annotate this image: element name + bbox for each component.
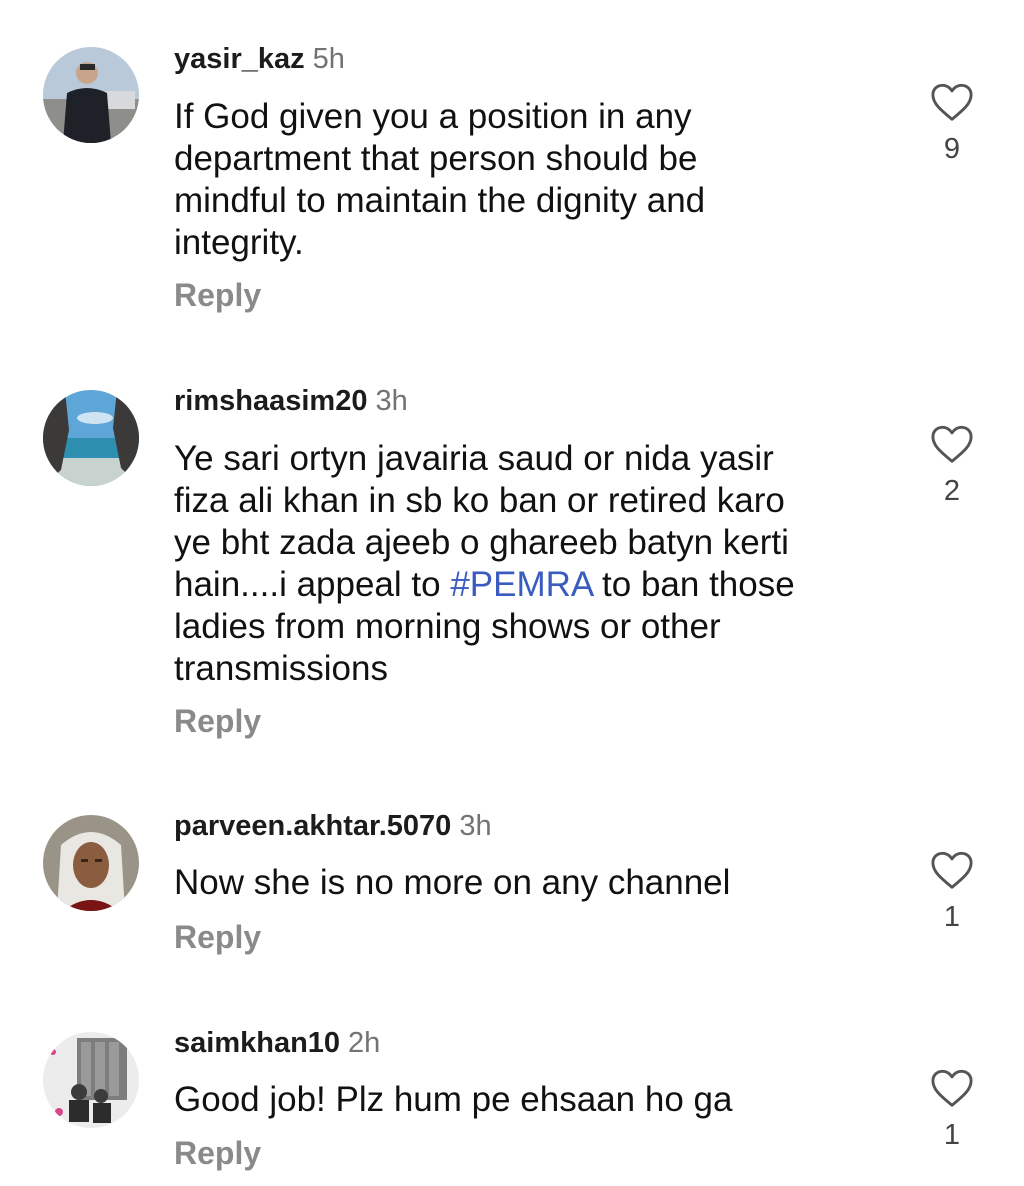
comment-text-segment: hain....i appeal to [174, 565, 451, 604]
reply-button[interactable]: Reply [174, 702, 261, 740]
comment-header: rimshaasim20 3h [174, 384, 408, 418]
comment-line: fiza ali khan in sb ko ban or retired ka… [174, 481, 785, 520]
heart-outline-icon[interactable] [930, 1068, 974, 1108]
reply-button[interactable]: Reply [174, 918, 261, 956]
like-area: 9 [920, 82, 984, 166]
reply-button[interactable]: Reply [174, 276, 261, 314]
heart-outline-icon[interactable] [930, 424, 974, 464]
timestamp: 5h [312, 43, 345, 75]
like-count: 9 [943, 133, 961, 165]
comment-line: ye bht zada ajeeb o ghareeb batyn kerti [174, 523, 789, 562]
reply-button[interactable]: Reply [174, 1134, 261, 1172]
like-area: 1 [920, 1068, 984, 1152]
avatar[interactable] [43, 815, 139, 911]
avatar[interactable] [43, 47, 139, 143]
comment-line: If God given you a position in any [174, 97, 692, 136]
like-area: 1 [920, 850, 984, 934]
comment-line: department that person should be [174, 139, 698, 178]
comment-line: Good job! Plz hum pe ehsaan ho ga [174, 1080, 733, 1119]
comment-line: integrity. [174, 223, 304, 262]
timestamp: 3h [375, 385, 408, 417]
comment-text: Good job! Plz hum pe ehsaan ho ga [174, 1079, 874, 1121]
comment-line: hain....i appeal to #PEMRA to ban those [174, 564, 874, 606]
comment-text: Ye sari ortyn javairia saud or nida yasi… [174, 438, 874, 690]
hashtag-link[interactable]: #PEMRA [450, 565, 592, 604]
like-count: 1 [943, 1119, 961, 1151]
comment-line: Ye sari ortyn javairia saud or nida yasi… [174, 439, 774, 478]
comment-line: mindful to maintain the dignity and [174, 181, 706, 220]
comment-item: yasir_kaz 5h If God given you a position … [0, 0, 1024, 330]
comment-text: If God given you a position in any depar… [174, 96, 874, 264]
comment-header: yasir_kaz 5h [174, 42, 345, 76]
heart-outline-icon[interactable] [930, 850, 974, 890]
comment-line: Now she is no more on any channel [174, 863, 731, 902]
username[interactable]: parveen.akhtar.5070 [174, 810, 451, 842]
comment-line: transmissions [174, 649, 388, 688]
like-area: 2 [920, 424, 984, 508]
comment-line: ladies from morning shows or other [174, 607, 721, 646]
timestamp: 2h [348, 1027, 381, 1059]
avatar[interactable] [43, 390, 139, 486]
username[interactable]: saimkhan10 [174, 1027, 340, 1059]
comment-header: saimkhan10 2h [174, 1026, 380, 1060]
username[interactable]: yasir_kaz [174, 43, 305, 75]
comment-text: Now she is no more on any channel [174, 862, 874, 904]
like-count: 1 [943, 901, 961, 933]
timestamp: 3h [459, 810, 492, 842]
heart-outline-icon[interactable] [930, 82, 974, 122]
username[interactable]: rimshaasim20 [174, 385, 367, 417]
like-count: 2 [943, 475, 961, 507]
avatar[interactable] [43, 1032, 139, 1128]
comment-header: parveen.akhtar.5070 3h [174, 809, 492, 843]
comment-text-segment: to ban those [592, 565, 795, 604]
